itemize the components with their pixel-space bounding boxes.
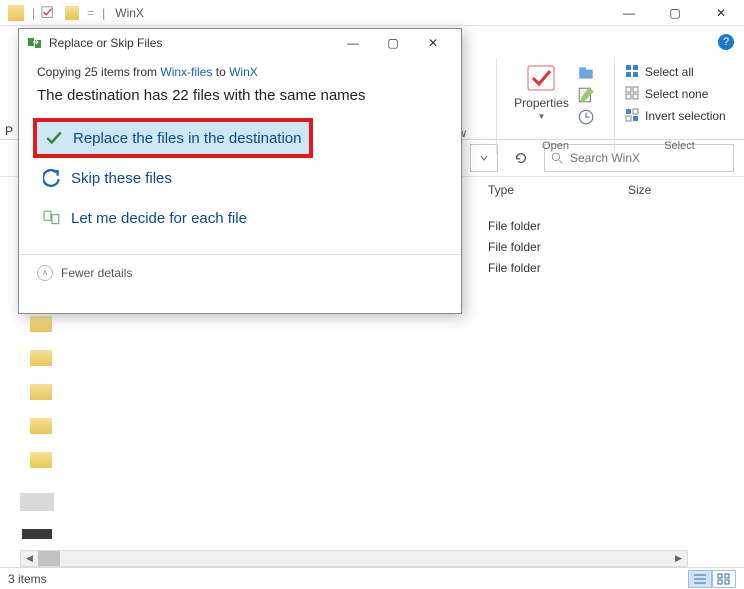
qat-checkbox-icon[interactable]: [41, 6, 55, 20]
fewer-details-label: Fewer details: [61, 266, 132, 280]
dialog-title: Replace or Skip Files: [49, 36, 162, 50]
details-view-button[interactable]: [688, 570, 712, 588]
destination-link[interactable]: WinX: [229, 65, 258, 79]
edit-icon[interactable]: [577, 86, 595, 104]
window-title: WinX: [115, 6, 144, 20]
status-bar: 3 items: [0, 567, 744, 589]
ribbon-group-open: Properties ▼ Open: [496, 58, 614, 154]
chevron-up-icon: ˄: [37, 265, 53, 281]
drive-icon[interactable]: [22, 529, 52, 539]
ribbon-group-select: Select all Select none Invert selection …: [614, 58, 744, 154]
dialog-headline: The destination has 22 files with the sa…: [37, 87, 443, 104]
column-type[interactable]: Type: [488, 183, 628, 197]
select-none-label: Select none: [645, 87, 708, 101]
separator: =: [87, 6, 94, 20]
invert-selection-button[interactable]: Invert selection: [625, 106, 726, 126]
folder-icon[interactable]: [30, 316, 52, 332]
copying-status: Copying 25 items from Winx-files to WinX: [37, 65, 443, 79]
select-all-icon: [625, 64, 641, 80]
ribbon-fragment: P: [5, 124, 13, 138]
selected-folder[interactable]: [20, 493, 54, 511]
open-icon[interactable]: [577, 64, 595, 82]
separator: |: [102, 6, 105, 20]
ribbon-group-label: Open: [497, 140, 614, 152]
skip-icon: [43, 169, 61, 187]
history-icon[interactable]: [577, 108, 595, 126]
folder-icon[interactable]: [30, 350, 52, 366]
decide-each-option[interactable]: Let me decide for each file: [37, 198, 443, 238]
folder-icon[interactable]: [30, 452, 52, 468]
replace-label: Replace the files in the destination: [73, 130, 301, 147]
source-link[interactable]: Winx-files: [160, 65, 212, 79]
replace-or-skip-dialog: Replace or Skip Files — ▢ ✕ Copying 25 i…: [18, 28, 462, 314]
select-none-icon: [625, 86, 641, 102]
checkmark-icon: [525, 62, 557, 94]
ribbon-group-label: Select: [615, 140, 744, 152]
select-none-button[interactable]: Select none: [625, 84, 708, 104]
folder-icon: [8, 5, 24, 21]
folder-icon[interactable]: [30, 418, 52, 434]
dialog-titlebar: Replace or Skip Files — ▢ ✕: [19, 29, 461, 57]
copy-icon: [27, 35, 43, 51]
column-size[interactable]: Size: [628, 183, 744, 197]
icons-view-button[interactable]: [712, 570, 736, 588]
file-list: File folder File folder File folder: [488, 215, 541, 278]
dialog-close-button[interactable]: ✕: [413, 31, 453, 55]
separator: |: [32, 6, 35, 20]
properties-label: Properties: [514, 96, 569, 110]
decide-label: Let me decide for each file: [71, 210, 247, 227]
select-all-button[interactable]: Select all: [625, 62, 694, 82]
invert-selection-label: Invert selection: [645, 109, 726, 123]
horizontal-scrollbar[interactable]: ◀ ▶: [20, 550, 688, 567]
scroll-left-button[interactable]: ◀: [21, 551, 38, 566]
maximize-button[interactable]: ▢: [652, 0, 698, 26]
dropdown-icon: ▼: [538, 112, 546, 121]
minimize-button[interactable]: —: [606, 0, 652, 26]
checkmark-icon: [45, 129, 63, 147]
skip-files-option[interactable]: Skip these files: [37, 158, 443, 198]
invert-selection-icon: [625, 108, 641, 124]
compare-icon: [43, 209, 61, 227]
address-dropdown[interactable]: [470, 144, 498, 172]
dialog-maximize-button[interactable]: ▢: [373, 31, 413, 55]
properties-button[interactable]: Properties ▼: [514, 62, 569, 121]
qat-folder-icon[interactable]: [65, 6, 79, 20]
select-all-label: Select all: [645, 65, 694, 79]
list-item[interactable]: File folder: [488, 257, 541, 278]
skip-label: Skip these files: [71, 170, 172, 187]
replace-files-option[interactable]: Replace the files in the destination: [33, 118, 313, 158]
scroll-thumb[interactable]: [38, 551, 60, 566]
list-item[interactable]: File folder: [488, 236, 541, 257]
window-titlebar: | = | WinX — ▢ ✕: [0, 0, 744, 26]
close-button[interactable]: ✕: [698, 0, 744, 26]
folder-icon[interactable]: [30, 384, 52, 400]
scroll-right-button[interactable]: ▶: [670, 551, 687, 566]
list-item[interactable]: File folder: [488, 215, 541, 236]
item-count: 3 items: [8, 572, 47, 586]
dialog-minimize-button[interactable]: —: [333, 31, 373, 55]
navigation-pane-items: [30, 316, 52, 468]
help-icon[interactable]: ?: [718, 34, 734, 50]
fewer-details-toggle[interactable]: ˄ Fewer details: [19, 255, 461, 291]
